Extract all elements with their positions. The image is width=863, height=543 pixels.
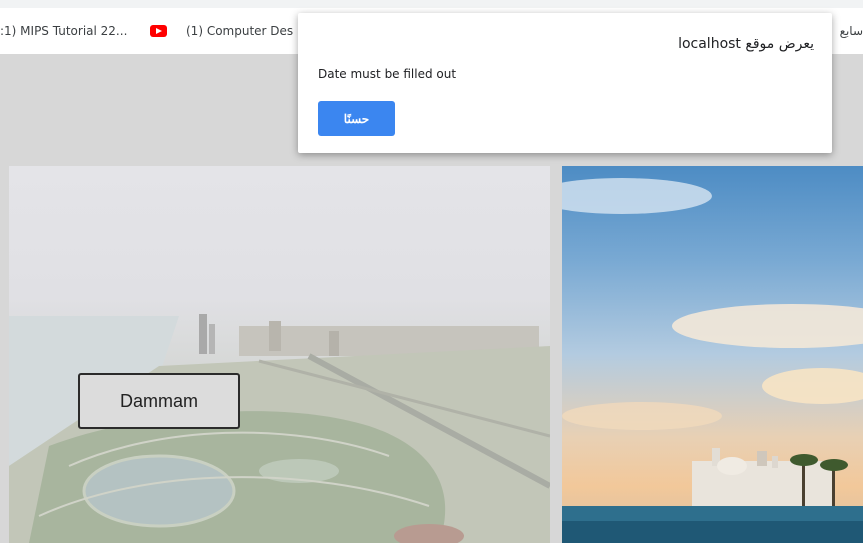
bookmark-label: :1) MIPS Tutorial 22... — [0, 24, 128, 38]
bookmark-other[interactable]: سابع — [840, 8, 863, 54]
dialog-title: يعرض موقع localhost — [678, 36, 814, 52]
ok-button[interactable]: حسنًا — [318, 101, 395, 136]
bookmark-computer-design[interactable]: (1) Computer Des — [150, 8, 293, 54]
youtube-icon — [150, 25, 167, 37]
jeddah-seafront-image — [562, 178, 863, 543]
city-card-dammam — [9, 166, 550, 543]
dialog-message: Date must be filled out — [318, 67, 457, 81]
bookmark-mips-tutorial[interactable]: :1) MIPS Tutorial 22... — [0, 8, 127, 54]
dammam-aerial-image — [9, 314, 550, 543]
city-button-dammam[interactable]: Dammam — [78, 373, 240, 429]
alert-dialog: يعرض موقع localhost Date must be filled … — [298, 13, 832, 153]
city-card-jeddah — [562, 166, 863, 543]
bookmark-label: (1) Computer Des — [186, 24, 294, 38]
bookmark-label: سابع — [839, 24, 863, 38]
browser-top-strip — [0, 0, 863, 8]
